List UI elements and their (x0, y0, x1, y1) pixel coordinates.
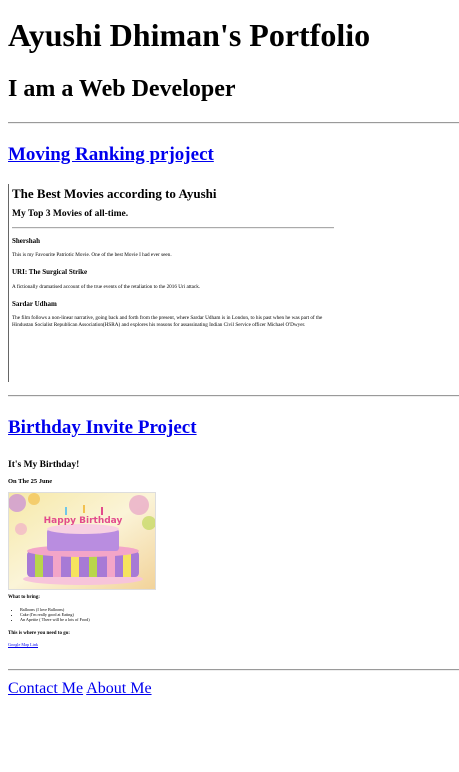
where-heading: This is where you need to go: (8, 631, 70, 636)
bring-list: Balloons (I love Balloons) Cake (I'm rea… (16, 607, 90, 622)
movie-description: A fictionally dramatised account of the … (12, 284, 201, 290)
birthday-cake-image: Happy Birthday (8, 492, 156, 590)
movie-project-link[interactable]: Moving Ranking prjoject (8, 143, 214, 167)
divider (8, 122, 459, 124)
movie-project-preview[interactable]: The Best Movies according to Ayushi My T… (8, 184, 335, 382)
movie-preview-heading: The Best Movies according to Ayushi (12, 186, 217, 201)
birthday-preview-date: On The 25 June (8, 478, 53, 485)
movie-title: URI: The Surgical Strike (12, 268, 88, 276)
movie-description: The film follows a non-linear narrative,… (12, 315, 323, 328)
footer-nav: Contact Me About Me (8, 679, 152, 699)
divider (8, 669, 459, 671)
cake-topper-text: Happy Birthday (44, 516, 123, 526)
contact-me-link[interactable]: Contact Me (8, 680, 83, 697)
birthday-project-link[interactable]: Birthday Invite Project (8, 416, 197, 440)
page-subtitle: I am a Web Developer (8, 76, 236, 102)
movie-preview-divider (12, 227, 334, 229)
movie-preview-subheading: My Top 3 Movies of all-time. (12, 209, 129, 219)
page-title: Ayushi Dhiman's Portfolio (8, 17, 371, 53)
list-item: An Apetite ( There will be a lots of Foo… (20, 617, 90, 622)
about-me-link[interactable]: About Me (86, 680, 151, 697)
birthday-project-preview[interactable]: It's My Birthday! On The 25 June Happy B… (8, 456, 208, 656)
divider (8, 395, 459, 397)
movie-title: Shershah (12, 237, 41, 245)
bring-heading: What to bring: (8, 595, 40, 600)
movie-description: This is my Favourite Patriotic Movie. On… (12, 252, 172, 258)
birthday-preview-heading: It's My Birthday! (8, 460, 80, 470)
movie-title: Sardar Udham (12, 300, 57, 308)
google-map-link[interactable]: Google Map Link (8, 642, 38, 647)
